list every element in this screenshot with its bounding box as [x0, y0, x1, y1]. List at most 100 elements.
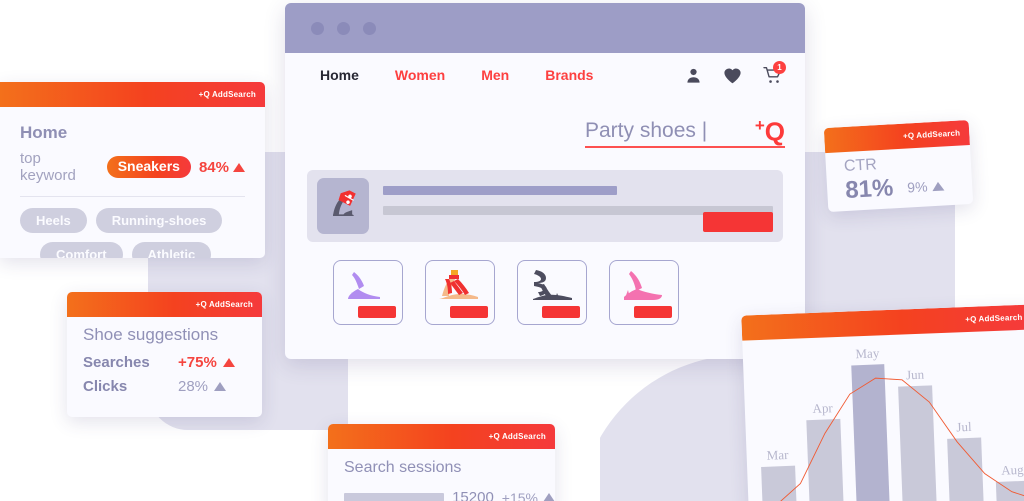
- top-keyword-percentage: 84%: [199, 159, 245, 176]
- home-card-divider: [20, 196, 245, 197]
- shoe-sale-tag-icon: [317, 178, 369, 234]
- addsearch-logo-text: AddSearch: [978, 312, 1023, 324]
- window-close-dot[interactable]: [311, 21, 324, 35]
- chart-bar: [995, 480, 1024, 501]
- chart-plot-area: Mar Apr May Jun Jul Aug: [742, 329, 1024, 501]
- product-cta-button[interactable]: [634, 306, 672, 318]
- chart-bar: [806, 418, 844, 501]
- product-card-dark-strappy-heel[interactable]: [517, 260, 587, 325]
- top-keyword-label: top keyword: [20, 150, 76, 184]
- product-card-list: [333, 260, 805, 325]
- chart-bar-label: Jun: [905, 366, 925, 383]
- nav-item-brands[interactable]: Brands: [545, 67, 593, 83]
- suggestions-title: Shoe suggestions: [83, 325, 219, 344]
- keyword-pill-row-1: Heels Running-shoes: [20, 208, 245, 233]
- sessions-delta-value: +15%: [501, 489, 538, 501]
- ctr-value-row: 81% 9%: [845, 170, 973, 205]
- promo-placeholder-lines: [383, 178, 773, 234]
- chart-bar: [850, 364, 891, 501]
- card-header-bar: +Q AddSearch: [67, 292, 262, 317]
- chart-bar-column: Jul: [944, 342, 984, 501]
- cart-icon[interactable]: 1: [763, 61, 786, 84]
- sessions-progress-bar: [344, 493, 445, 501]
- promo-cta-button[interactable]: [703, 212, 773, 232]
- search-line: Party shoes | +Q: [585, 117, 785, 145]
- chart-bar: [761, 465, 797, 501]
- top-keyword-badge[interactable]: Sneakers: [106, 156, 191, 178]
- trend-up-icon: [214, 382, 227, 391]
- suggestions-row-label: Clicks: [83, 378, 128, 395]
- suggestions-row-label: Searches: [83, 354, 150, 371]
- addsearch-q-logo: +Q: [755, 117, 785, 145]
- chart-bar-label: Apr: [812, 400, 834, 416]
- sessions-title: Search sessions: [344, 459, 462, 476]
- product-card-purple-stiletto[interactable]: [333, 260, 403, 325]
- chart-bar-label: Aug: [1000, 461, 1024, 478]
- addsearch-logo-mark: +Q: [198, 90, 210, 99]
- keyword-pill-heels[interactable]: Heels: [20, 208, 87, 233]
- keyword-pill-row-2: Comfort Athletic: [40, 242, 245, 258]
- card-header-bar: +Q AddSearch: [0, 82, 265, 107]
- search-underline: [585, 146, 785, 148]
- suggestions-row-value: 28%: [178, 378, 227, 395]
- ctr-delta: 9%: [906, 177, 945, 196]
- sessions-delta: +15%: [502, 490, 555, 501]
- promo-result-row[interactable]: [307, 170, 783, 242]
- chart-bar-group: Mar Apr May Jun Jul Aug: [757, 340, 1024, 501]
- home-card-title: Home: [20, 123, 68, 142]
- addsearch-logo-mark: +Q: [965, 314, 977, 325]
- addsearch-logo: +Q AddSearch: [199, 90, 256, 99]
- product-card-red-wedge-sandal[interactable]: [425, 260, 495, 325]
- addsearch-logo-mark: +Q: [902, 131, 915, 141]
- product-card-pink-platform-heel[interactable]: [609, 260, 679, 325]
- trend-up-icon: [543, 493, 555, 501]
- addsearch-logo-text: AddSearch: [211, 90, 256, 99]
- search-sessions-card: +Q AddSearch Search sessions 15200 +15%: [328, 424, 555, 501]
- window-minimize-dot[interactable]: [337, 21, 350, 35]
- product-cta-button[interactable]: [450, 306, 488, 318]
- text-caret: |: [701, 119, 708, 142]
- chart-bar-label: Mar: [766, 446, 789, 463]
- addsearch-logo: +Q AddSearch: [965, 313, 1023, 324]
- chart-bar-label: May: [855, 345, 880, 362]
- search-area: Party shoes | +Q: [285, 117, 785, 148]
- home-keyword-card: +Q AddSearch Home top keyword Sneakers 8…: [0, 82, 265, 258]
- addsearch-q-letter: Q: [764, 116, 785, 147]
- suggestions-row-value: +75%: [178, 354, 235, 371]
- top-keyword-percentage-value: 84%: [198, 158, 229, 176]
- promo-title-placeholder: [383, 186, 617, 195]
- addsearch-logo-text: AddSearch: [501, 432, 546, 441]
- addsearch-logo-mark: +Q: [195, 300, 207, 309]
- addsearch-logo-text: AddSearch: [208, 300, 253, 309]
- keyword-pill-athletic[interactable]: Athletic: [131, 242, 212, 258]
- ctr-delta-value: 9%: [906, 178, 928, 196]
- trend-up-icon: [222, 358, 235, 367]
- browser-titlebar: [285, 3, 805, 53]
- suggestions-row-value-text: 28%: [178, 378, 209, 395]
- suggestions-row-clicks: Clicks 28%: [83, 378, 246, 395]
- search-box: Party shoes | +Q: [585, 117, 785, 148]
- chart-bar-label: Jul: [956, 418, 972, 435]
- user-icon[interactable]: [685, 67, 702, 84]
- keyword-pill-comfort[interactable]: Comfort: [40, 242, 123, 258]
- top-keyword-row: top keyword Sneakers 84%: [20, 150, 245, 184]
- cart-count-badge: 1: [773, 61, 786, 74]
- suggestions-row-searches: Searches +75%: [83, 354, 246, 371]
- heart-icon[interactable]: [723, 67, 742, 84]
- trend-up-icon: [233, 162, 245, 172]
- nav-item-men[interactable]: Men: [481, 67, 509, 83]
- suggestions-row-value-text: +75%: [178, 354, 217, 371]
- shoe-suggestions-card: +Q AddSearch Shoe suggestions Searches +…: [67, 292, 262, 417]
- keyword-pill-running-shoes[interactable]: Running-shoes: [95, 208, 223, 233]
- chart-bar-column: May: [850, 345, 891, 501]
- search-input-value: Party shoes: [585, 119, 696, 142]
- nav-item-home[interactable]: Home: [320, 67, 359, 83]
- product-cta-button[interactable]: [542, 306, 580, 318]
- search-input[interactable]: Party shoes |: [585, 119, 745, 143]
- chart-bar-column: Aug: [991, 340, 1024, 501]
- ctr-value: 81%: [844, 174, 895, 204]
- window-maximize-dot[interactable]: [363, 21, 376, 35]
- nav-item-women[interactable]: Women: [395, 67, 445, 83]
- product-cta-button[interactable]: [358, 306, 396, 318]
- site-navbar: Home Women Men Brands 1: [285, 53, 805, 97]
